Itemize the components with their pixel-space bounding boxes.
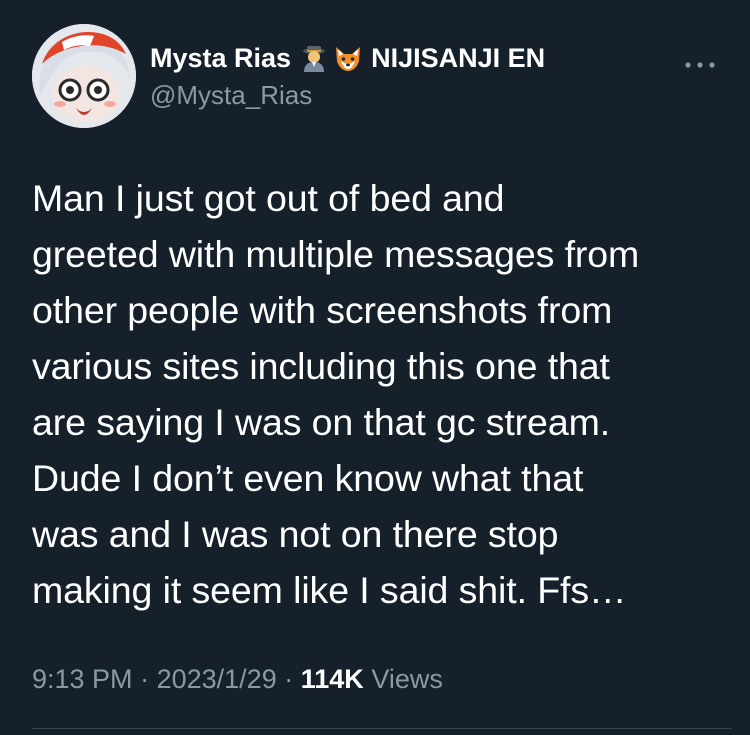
display-name[interactable]: Mysta Rias [150,43,291,74]
tweet-text-line: making it seem like I said shit. Ffs… [32,569,627,611]
tweet-meta: 9:13 PM · 2023/1/29 · 114K Views [32,664,443,695]
tweet-text-line: was and I was not on there stop [32,513,559,555]
meta-separator: · [284,664,294,694]
tweet-text-line: other people with screenshots from [32,289,613,331]
tweet-text-line: Dude I don’t even know what that [32,457,584,499]
author-info: Mysta Rias NIJISANJI EN @Mysta_Rias [150,38,670,111]
tweet-time[interactable]: 9:13 PM [32,664,133,694]
avatar[interactable] [32,24,136,128]
tweet-text-line: various sites including this one that [32,345,610,387]
tweet-text-line: Man I just got out of bed and [32,177,505,219]
more-options-button[interactable] [678,50,722,80]
tweet-header: Mysta Rias NIJISANJI EN @Mysta_Rias [32,24,722,134]
tweet-text-line: are saying I was on that gc stream. [32,401,611,443]
author-name-row: Mysta Rias NIJISANJI EN [150,38,670,78]
detective-emoji-icon [299,43,329,73]
divider [32,728,732,729]
tweet-date[interactable]: 2023/1/29 [157,664,277,694]
tweet-card: Mysta Rias NIJISANJI EN @Mysta_Rias Man … [0,0,750,735]
meta-separator: · [140,664,150,694]
tweet-text-line: greeted with multiple messages from [32,233,640,275]
fox-emoji-icon [333,43,363,73]
affiliation-text: NIJISANJI EN [371,42,546,73]
tweet-text: Man I just got out of bed and greeted wi… [32,170,732,618]
views-count[interactable]: 114K [301,664,364,694]
views-label: Views [371,664,443,694]
more-horizontal-icon [685,62,715,68]
author-handle[interactable]: @Mysta_Rias [150,80,670,111]
avatar-illustration [32,24,136,128]
